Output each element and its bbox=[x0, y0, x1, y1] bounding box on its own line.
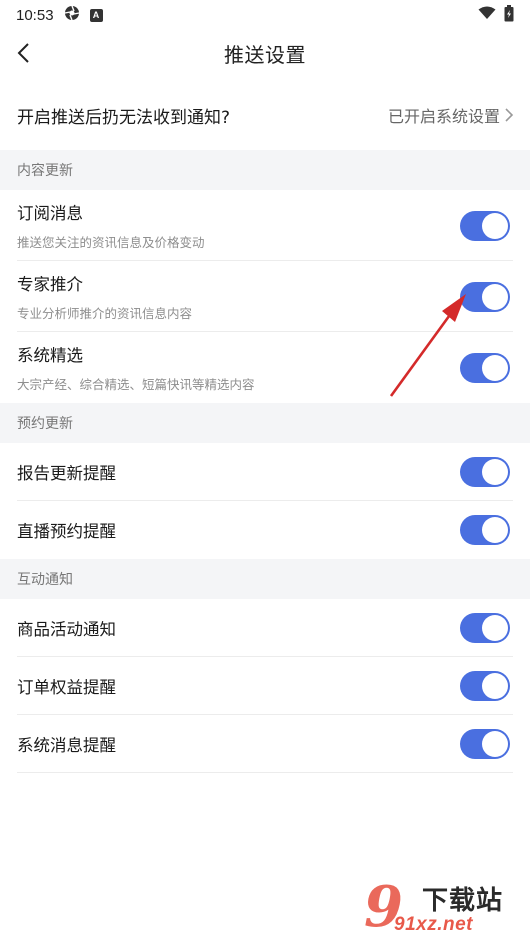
toggle-knob bbox=[482, 283, 508, 310]
setting-title: 直播预约提醒 bbox=[17, 522, 116, 541]
notification-a-icon: A bbox=[89, 8, 103, 22]
setting-description: 专业分析师推介的资讯信息内容 bbox=[17, 306, 193, 321]
chevron-left-icon bbox=[17, 43, 29, 63]
status-time: 10:53 bbox=[16, 6, 54, 24]
section-header-interaction: 互动通知 bbox=[0, 559, 530, 599]
setting-row-order: 订单权益提醒 bbox=[0, 657, 530, 715]
setting-row-activity: 商品活动通知 bbox=[0, 599, 530, 657]
page-title: 推送设置 bbox=[224, 42, 306, 67]
system-settings-question: 开启推送后扔无法收到通知? bbox=[17, 107, 231, 128]
setting-title: 系统消息提醒 bbox=[17, 736, 116, 755]
toggle-sysmsg[interactable] bbox=[460, 729, 510, 759]
toggle-subscription[interactable] bbox=[460, 210, 510, 241]
toggle-knob bbox=[482, 615, 508, 641]
setting-title: 商品活动通知 bbox=[17, 620, 116, 639]
watermark-url: 91xz.net bbox=[394, 914, 473, 935]
system-settings-status: 已开启系统设置 bbox=[387, 107, 500, 126]
toggle-knob bbox=[482, 731, 508, 757]
header: 推送设置 bbox=[0, 30, 530, 76]
setting-title: 订单权益提醒 bbox=[17, 678, 116, 697]
setting-row-report: 报告更新提醒 bbox=[0, 443, 530, 501]
toggle-activity[interactable] bbox=[460, 613, 510, 643]
setting-title: 报告更新提醒 bbox=[17, 464, 116, 483]
watermark-brand: 下载站 bbox=[422, 886, 504, 916]
section-header-appointment-updates: 预约更新 bbox=[0, 403, 530, 443]
toggle-system-pick[interactable] bbox=[460, 352, 510, 383]
setting-row-subscription: 订阅消息 推送您关注的资讯信息及价格变动 bbox=[0, 190, 530, 261]
chevron-right-icon bbox=[505, 108, 514, 122]
back-button[interactable] bbox=[8, 38, 38, 68]
toggle-knob bbox=[482, 673, 508, 699]
battery-icon bbox=[504, 4, 514, 26]
setting-title: 系统精选 bbox=[17, 346, 83, 365]
toggle-live[interactable] bbox=[460, 515, 510, 545]
toggle-order[interactable] bbox=[460, 671, 510, 701]
setting-row-sysmsg: 系统消息提醒 bbox=[0, 715, 530, 773]
wifi-icon bbox=[478, 6, 496, 24]
setting-row-system-pick: 系统精选 大宗产经、综合精选、短篇快讯等精选内容 bbox=[0, 332, 530, 403]
system-settings-row[interactable]: 开启推送后扔无法收到通知? 已开启系统设置 bbox=[0, 80, 530, 150]
toggle-knob bbox=[482, 459, 508, 485]
setting-row-expert: 专家推介 专业分析师推介的资讯信息内容 bbox=[0, 261, 530, 332]
toggle-knob bbox=[482, 212, 508, 239]
setting-description: 大宗产经、综合精选、短篇快讯等精选内容 bbox=[17, 377, 255, 392]
aperture-icon bbox=[64, 5, 80, 25]
watermark-logo: 9 下载站 91xz.net bbox=[364, 874, 524, 940]
setting-title: 专家推介 bbox=[17, 275, 83, 294]
setting-title: 订阅消息 bbox=[17, 204, 83, 223]
toggle-knob bbox=[482, 517, 508, 543]
section-header-content-updates: 内容更新 bbox=[0, 150, 530, 190]
setting-row-live: 直播预约提醒 bbox=[0, 501, 530, 559]
status-bar: 10:53 A bbox=[0, 0, 530, 30]
setting-description: 推送您关注的资讯信息及价格变动 bbox=[17, 235, 205, 250]
toggle-knob bbox=[482, 354, 508, 381]
toggle-expert[interactable] bbox=[460, 281, 510, 312]
toggle-report[interactable] bbox=[460, 457, 510, 487]
